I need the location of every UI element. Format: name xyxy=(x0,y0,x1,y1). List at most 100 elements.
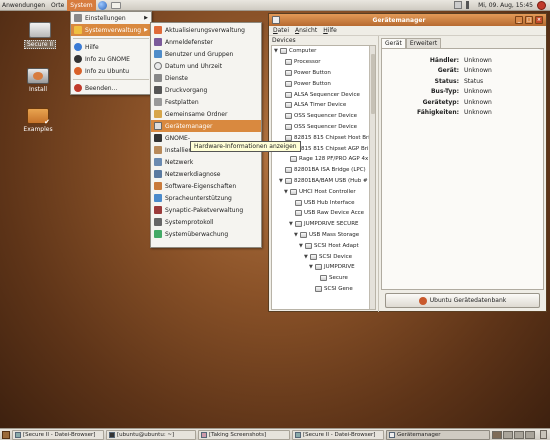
admin-item[interactable]: Synaptic-Paketverwaltung xyxy=(151,204,261,216)
desktop-icon-secure[interactable]: Secure II xyxy=(20,22,60,49)
device-icon xyxy=(305,242,312,249)
tree-row[interactable]: ALSA Timer Device xyxy=(272,100,375,111)
network-icon xyxy=(154,158,162,166)
admin-item[interactable]: Benutzer und Gruppen xyxy=(151,48,261,60)
prop-row: Gerätetyp: Unknown xyxy=(386,97,539,108)
menu-item-label: Info zu GNOME xyxy=(85,55,130,63)
tree-row[interactable]: Power Button xyxy=(272,78,375,89)
admin-item[interactable]: Systemprotokoll xyxy=(151,216,261,228)
menu-item-beenden[interactable]: Beenden... xyxy=(71,82,151,94)
admin-item[interactable]: Software-Eigenschaften xyxy=(151,180,261,192)
scrollbar-thumb[interactable] xyxy=(371,54,375,114)
tree-row[interactable]: USB Raw Device Acce xyxy=(272,208,375,219)
task-button-active[interactable]: Gerätemanager xyxy=(386,429,490,440)
admin-item[interactable]: Spracheunterstützung xyxy=(151,192,261,204)
show-desktop-icon[interactable] xyxy=(2,430,10,439)
task-button[interactable]: [Taking Screenshots] xyxy=(198,429,290,440)
tree-row[interactable]: ▼ UHCI Host Controller xyxy=(272,186,375,197)
menu-item-hilfe[interactable]: Hilfe xyxy=(71,41,151,53)
prop-key: Gerätetyp: xyxy=(422,98,459,106)
ubuntu-device-db-button[interactable]: Ubuntu Gerätedatenbank xyxy=(385,293,540,308)
menu-item-systemverwaltung[interactable]: Systemverwaltung ▶ xyxy=(71,24,151,36)
clock[interactable]: Mi, 09. Aug, 15:45 xyxy=(478,2,533,9)
tree-row[interactable]: USB Hub Interface xyxy=(272,197,375,208)
tree-row[interactable]: ▼ 82801BA/BAM USB (Hub # xyxy=(272,176,375,187)
menu-hilfe[interactable]: Hilfe xyxy=(323,27,337,34)
device-manager-icon xyxy=(389,431,395,438)
desktop-icon-install[interactable]: Install xyxy=(18,68,58,93)
tree-row[interactable]: ▼ JUMPDRIVE SECURE xyxy=(272,219,375,230)
workspace-4[interactable] xyxy=(525,430,535,439)
admin-item[interactable]: Festplatten xyxy=(151,96,261,108)
tree-row[interactable]: ▼ Computer xyxy=(272,46,375,57)
menu-ansicht[interactable]: Ansicht xyxy=(295,27,317,34)
admin-item[interactable]: Netzwerkdiagnose xyxy=(151,168,261,180)
tree-row[interactable]: Secure xyxy=(272,273,375,284)
trash-icon[interactable] xyxy=(540,430,547,439)
system-menu: Einstellungen ▶ Systemverwaltung ▶ Hilfe… xyxy=(70,11,152,95)
tree-row[interactable]: ▼ USB Mass Storage xyxy=(272,230,375,241)
tree-row[interactable]: Rage 128 PF/PRO AGP 4x xyxy=(272,154,375,165)
admin-item[interactable]: Anmeldefenster xyxy=(151,36,261,48)
submenu-arrow-icon: ▶ xyxy=(144,27,148,33)
menu-datei[interactable]: Datei xyxy=(273,27,289,34)
task-button[interactable]: [Secure II - Datei-Browser] xyxy=(292,429,384,440)
workspace-3[interactable] xyxy=(514,430,524,439)
tree-row[interactable]: SCSI Gene xyxy=(272,284,375,295)
prop-value: Unknown xyxy=(464,88,492,96)
tab-geraet[interactable]: Gerät xyxy=(381,38,406,48)
admin-item[interactable]: Gemeinsame Ordner xyxy=(151,108,261,120)
task-button[interactable]: [Secure II - Datei-Browser] xyxy=(12,429,104,440)
tree-row[interactable]: ▼ SCSI Device xyxy=(272,251,375,262)
administration-submenu: Aktualisierungsverwaltung Anmeldefenster… xyxy=(150,22,262,248)
window-titlebar[interactable]: Gerätemanager _ □ × xyxy=(269,14,546,26)
tree-row[interactable]: Processor xyxy=(272,57,375,68)
tree-row[interactable]: ▼ JUMPDRIVE xyxy=(272,262,375,273)
admin-item[interactable]: Netzwerk xyxy=(151,156,261,168)
ubuntu-icon xyxy=(74,67,82,75)
admin-item[interactable]: Systemüberwachung xyxy=(151,228,261,240)
mail-icon[interactable] xyxy=(110,1,121,9)
admin-item[interactable]: Druckvorgang xyxy=(151,84,261,96)
volume-icon[interactable] xyxy=(466,1,475,9)
menu-orte[interactable]: Orte xyxy=(48,0,67,11)
tree-row[interactable]: 82801BA ISA Bridge (LPC) xyxy=(272,165,375,176)
admin-item-geraetemanager[interactable]: Gerätemanager xyxy=(151,120,261,132)
tree-row[interactable]: Power Button xyxy=(272,68,375,79)
power-icon[interactable] xyxy=(537,0,546,10)
network-icon[interactable] xyxy=(454,1,463,9)
tree-row[interactable]: ALSA Sequencer Device xyxy=(272,89,375,100)
menu-item-einstellungen[interactable]: Einstellungen ▶ xyxy=(71,12,151,24)
folder-icon xyxy=(295,431,301,438)
menu-item-info-ubuntu[interactable]: Info zu Ubuntu xyxy=(71,65,151,77)
menu-item-label: Beenden... xyxy=(85,84,118,92)
prop-row: Gerät: Unknown xyxy=(386,66,539,77)
tree-row[interactable]: ▼ SCSI Host Adapt xyxy=(272,240,375,251)
admin-item[interactable]: Dienste xyxy=(151,72,261,84)
admin-item[interactable]: Datum und Uhrzeit xyxy=(151,60,261,72)
window-app-icon[interactable] xyxy=(272,16,280,24)
tree-row[interactable]: OSS Sequencer Device xyxy=(272,122,375,133)
tree-row-label: 82815 815 Chipset Host Bri xyxy=(294,134,370,141)
workspace-1[interactable] xyxy=(492,430,502,439)
admin-item[interactable]: Aktualisierungsverwaltung xyxy=(151,24,261,36)
tree-row-label: ALSA Timer Device xyxy=(294,102,347,109)
device-tree[interactable]: ▼ Computer Processor Power Button Power Butt… xyxy=(271,45,376,310)
tab-erweitert[interactable]: Erweitert xyxy=(405,38,442,48)
tree-row[interactable]: OSS Sequencer Device xyxy=(272,111,375,122)
menu-label: nsicht xyxy=(299,27,318,34)
close-button[interactable]: × xyxy=(535,16,543,24)
web-browser-icon[interactable] xyxy=(97,0,107,10)
tree-scrollbar[interactable] xyxy=(369,46,375,309)
minimize-button[interactable]: _ xyxy=(515,16,523,24)
menu-item-info-gnome[interactable]: Info zu GNOME xyxy=(71,53,151,65)
gnome-login-icon xyxy=(154,134,162,142)
workspace-2[interactable] xyxy=(503,430,513,439)
menu-system[interactable]: System xyxy=(67,0,96,11)
folder-icon xyxy=(27,108,50,126)
desktop-icon-label: Install xyxy=(28,86,48,93)
maximize-button[interactable]: □ xyxy=(525,16,533,24)
menu-anwendungen[interactable]: Anwendungen xyxy=(0,0,48,11)
task-button[interactable]: [ubuntu@ubuntu: ~] xyxy=(106,429,196,440)
desktop-icon-examples[interactable]: Examples xyxy=(18,108,58,133)
